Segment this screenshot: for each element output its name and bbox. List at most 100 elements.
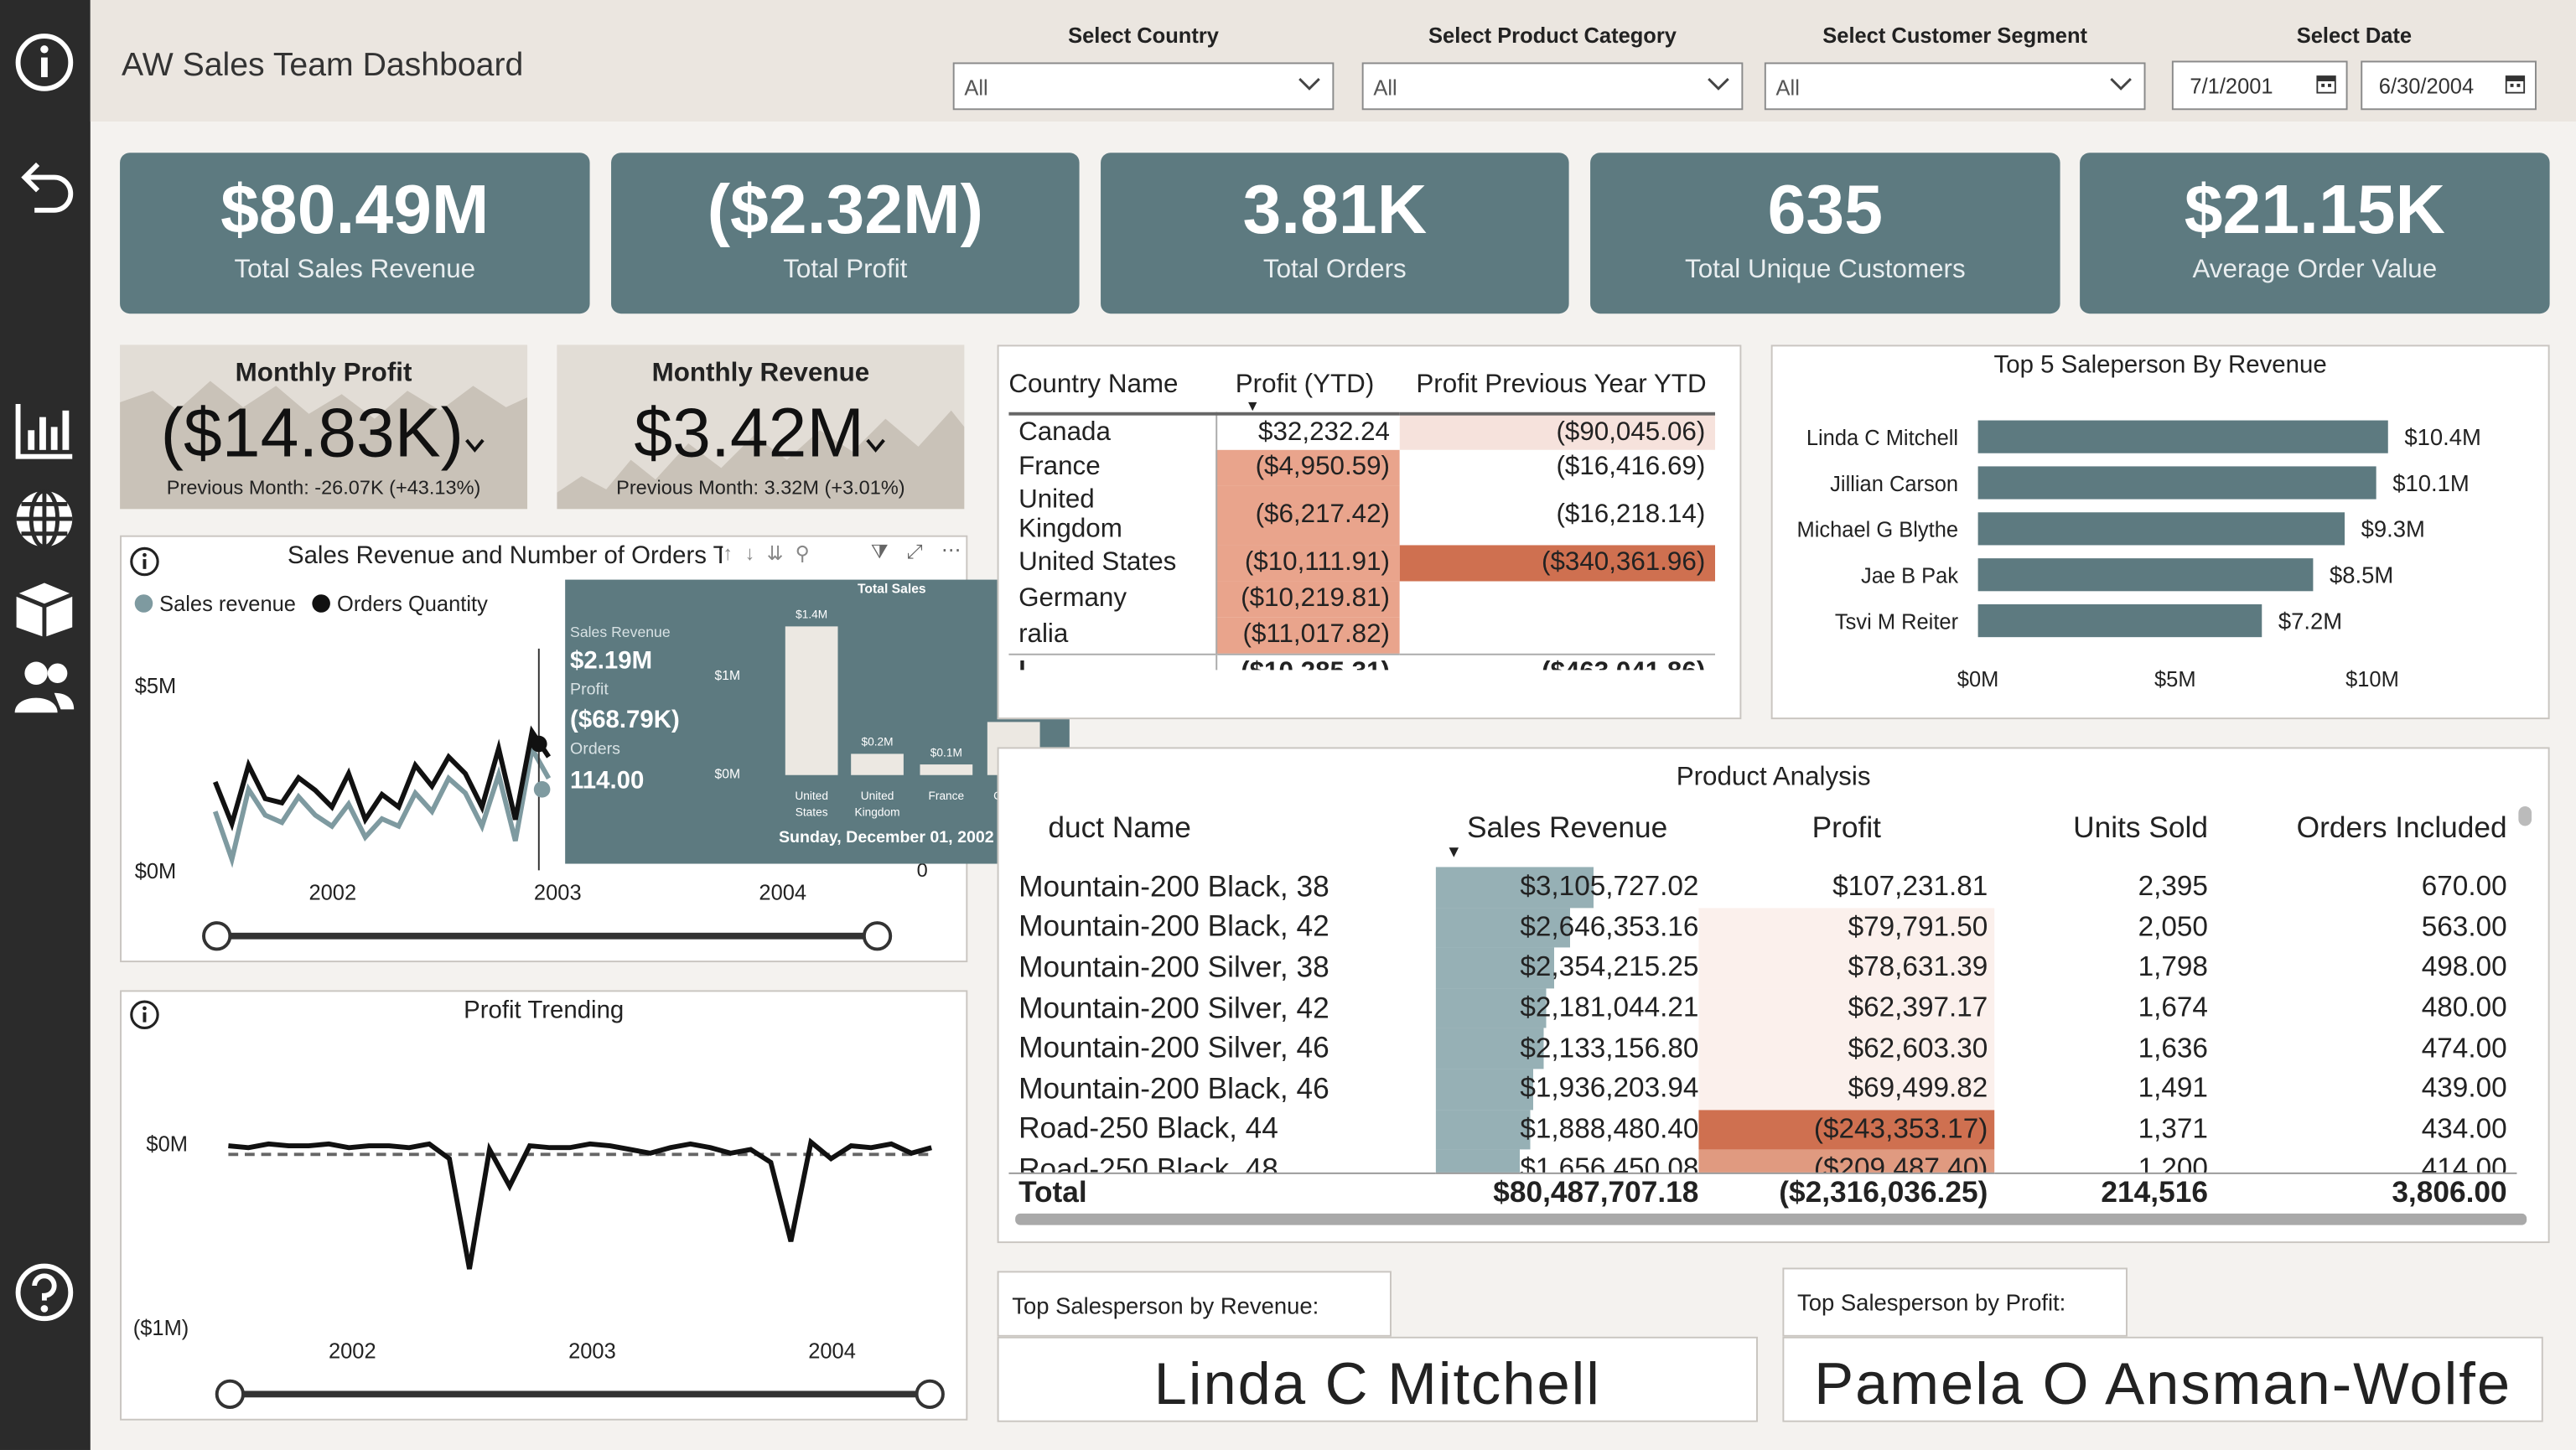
- orders-cell: 670.00: [2421, 870, 2507, 903]
- table-row[interactable]: Mountain-200 Silver, 42 $2,181,044.21 $62,…: [1008, 988, 2516, 1029]
- profit-cell: ($243,353.17): [1698, 1109, 1995, 1150]
- salesperson-value-label: $7.2M: [2278, 608, 2342, 634]
- profit-prev-ytd-cell: [1399, 617, 1716, 654]
- vertical-scrollbar[interactable]: [2518, 805, 2532, 826]
- segment-select-value: All: [1775, 75, 1800, 101]
- calendar-icon[interactable]: [2316, 74, 2336, 94]
- x-tick-label: $10M: [2345, 668, 2399, 691]
- orders-cell: 434.00: [2421, 1113, 2507, 1145]
- column-header-profit[interactable]: Profit: [1698, 805, 1994, 851]
- horizontal-scrollbar[interactable]: [1015, 1213, 2527, 1225]
- range-start-handle[interactable]: [215, 1379, 246, 1409]
- product-name-cell: Mountain-200 Black, 46: [1018, 1071, 1329, 1106]
- profit-line-chart: [228, 1137, 932, 1270]
- end-date-value: 6/30/2004: [2378, 74, 2475, 99]
- orders-cell: 439.00: [2421, 1072, 2507, 1105]
- top-revenue-name-box: Linda C Mitchell: [997, 1336, 1758, 1422]
- category-select-value: All: [1373, 75, 1397, 101]
- units-sold-cell: 2,395: [2138, 870, 2208, 903]
- salesperson-name: Linda C Mitchell: [1806, 427, 1958, 450]
- chevron-down-icon: [1298, 78, 1320, 91]
- profit-prev-ytd-cell: ($340,361.96): [1399, 545, 1716, 582]
- salesperson-value-label: $9.3M: [2361, 516, 2425, 542]
- country-select[interactable]: All: [952, 62, 1335, 111]
- top-revenue-name: Linda C Mitchell: [1153, 1349, 1601, 1417]
- profit-cell: $79,791.50: [1698, 907, 1995, 948]
- top-profit-name-box: Pamela O Ansman-Wolfe: [1782, 1336, 2543, 1422]
- table-row[interactable]: Mountain-200 Black, 46 $1,936,203.94 $69,4…: [1008, 1069, 2516, 1110]
- product-name-cell: Mountain-200 Silver, 38: [1018, 950, 1329, 984]
- total-sales-revenue: $80,487,707.18: [1493, 1176, 1699, 1209]
- product-name-cell: Mountain-200 Black, 38: [1018, 869, 1329, 904]
- kpi-value: 3.81K: [1242, 170, 1428, 248]
- product-analysis-table[interactable]: duct Name Sales Revenue ▼ Profit Units Sold O…: [1008, 805, 2527, 1224]
- table-row[interactable]: United Kingdom ($6,217.42) ($16,218.14): [1008, 485, 1716, 546]
- salesperson-bar[interactable]: [1977, 512, 2345, 546]
- column-header-sales-revenue[interactable]: Sales Revenue ▼: [1436, 805, 1699, 862]
- top-revenue-label: Top Salesperson by Revenue:: [1012, 1292, 1319, 1319]
- profit-ytd-cell: ($11,017.82): [1215, 617, 1400, 654]
- salesperson-bar[interactable]: [1977, 558, 2314, 592]
- table-row[interactable]: Germany ($10,219.81): [1008, 581, 1716, 618]
- table-row[interactable]: France ($4,950.59) ($16,416.69): [1008, 449, 1716, 486]
- profit-ytd-cell: ($10,111.91): [1215, 545, 1400, 582]
- table-row[interactable]: Road-250 Black, 44 $1,888,480.40 ($243,353…: [1008, 1109, 2516, 1150]
- table-row[interactable]: Mountain-200 Silver, 46 $2,133,156.80 $62,…: [1008, 1028, 2516, 1069]
- country-name-cell: United Kingdom: [1018, 485, 1122, 544]
- table-row[interactable]: ralia ($11,017.82): [1008, 617, 1716, 654]
- table-row[interactable]: Mountain-200 Black, 42 $2,646,353.16 $79,7…: [1008, 907, 2516, 948]
- product-name-cell: Mountain-200 Black, 42: [1018, 910, 1329, 944]
- top-profit-name: Pamela O Ansman-Wolfe: [1814, 1349, 2512, 1417]
- calendar-icon[interactable]: [2505, 74, 2526, 94]
- table-row[interactable]: Canada $32,232.24 ($90,045.06): [1008, 413, 1716, 450]
- salesperson-bar[interactable]: [1977, 603, 2262, 638]
- sales-revenue-cell: $2,354,215.25: [1435, 947, 1699, 989]
- country-profit-table[interactable]: Country Name Profit (YTD) ▼ Profit Previous…: [1008, 358, 1716, 671]
- column-header-orders[interactable]: Orders Included: [2208, 805, 2516, 851]
- profit-ytd-cell: $32,232.24: [1215, 413, 1400, 450]
- table-row[interactable]: Mountain-200 Black, 38 $3,105,727.02 $107,…: [1008, 867, 2516, 908]
- sales-revenue-cell: $3,105,727.02: [1435, 867, 1699, 908]
- profit-cell: $62,603.30: [1698, 1028, 1995, 1069]
- sales-revenue-cell: $2,133,156.80: [1435, 1028, 1699, 1069]
- salesperson-bar[interactable]: [1977, 466, 2376, 500]
- orders-cell: 480.00: [2421, 992, 2507, 1023]
- country-name-cell: Canada: [1018, 417, 1111, 446]
- salesperson-name: Jae B Pak: [1861, 565, 1958, 588]
- column-header-profit-prev-ytd[interactable]: Profit Previous Year YTD: [1400, 358, 1715, 414]
- start-date-input[interactable]: 7/1/2001: [2171, 60, 2348, 111]
- total-row: l($10,285.31)($463,041.86): [1008, 653, 1716, 671]
- profit-cell: $107,231.81: [1698, 867, 1995, 908]
- x-tick-label: $5M: [2154, 668, 2196, 691]
- chevron-down-icon: [2110, 78, 2132, 91]
- category-select[interactable]: All: [1361, 62, 1744, 111]
- column-header-units-sold[interactable]: Units Sold: [1994, 805, 2208, 851]
- table-row[interactable]: United States ($10,111.91) ($340,361.96): [1008, 545, 1716, 582]
- end-date-input[interactable]: 6/30/2004: [2361, 60, 2537, 111]
- range-end-handle[interactable]: [915, 1379, 945, 1409]
- profit-cell: $78,631.39: [1698, 947, 1995, 989]
- product-name-cell: Road-250 Black, 44: [1018, 1112, 1278, 1146]
- profit-prev-ytd-cell: ($16,218.14): [1399, 485, 1716, 546]
- units-sold-cell: 1,798: [2138, 951, 2208, 983]
- column-header-profit-ytd[interactable]: Profit (YTD) ▼: [1215, 358, 1399, 414]
- kpi-total-orders: 3.81K Total Orders: [1101, 153, 1569, 314]
- start-date-value: 7/1/2001: [2190, 74, 2273, 99]
- table-row[interactable]: Mountain-200 Silver, 38 $2,354,215.25 $78,…: [1008, 947, 2516, 989]
- country-name-cell: Germany: [1018, 584, 1127, 613]
- total-units-sold: 214,516: [2101, 1176, 2208, 1209]
- country-name-cell: ralia: [1018, 620, 1069, 649]
- salesperson-bar[interactable]: [1977, 420, 2388, 453]
- profit-cell: $69,499.82: [1698, 1069, 1995, 1110]
- salesperson-value-label: $8.5M: [2330, 562, 2393, 588]
- units-sold-cell: 1,674: [2138, 992, 2208, 1023]
- total-orders: 3,806.00: [2392, 1176, 2507, 1209]
- segment-select[interactable]: All: [1764, 62, 2146, 111]
- orders-cell: 563.00: [2421, 911, 2507, 943]
- top5-bar-chart: Linda C Mitchell $10.4M Jillian Carson $10.…: [1797, 420, 2481, 691]
- column-header-country[interactable]: Country Name: [1008, 358, 1215, 414]
- country-filter-label: Select Country: [1068, 23, 1219, 48]
- kpi-unique-customers: 635 Total Unique Customers: [1590, 153, 2060, 314]
- column-header-product[interactable]: duct Name: [1008, 805, 1436, 851]
- date-range-track: [230, 1390, 930, 1398]
